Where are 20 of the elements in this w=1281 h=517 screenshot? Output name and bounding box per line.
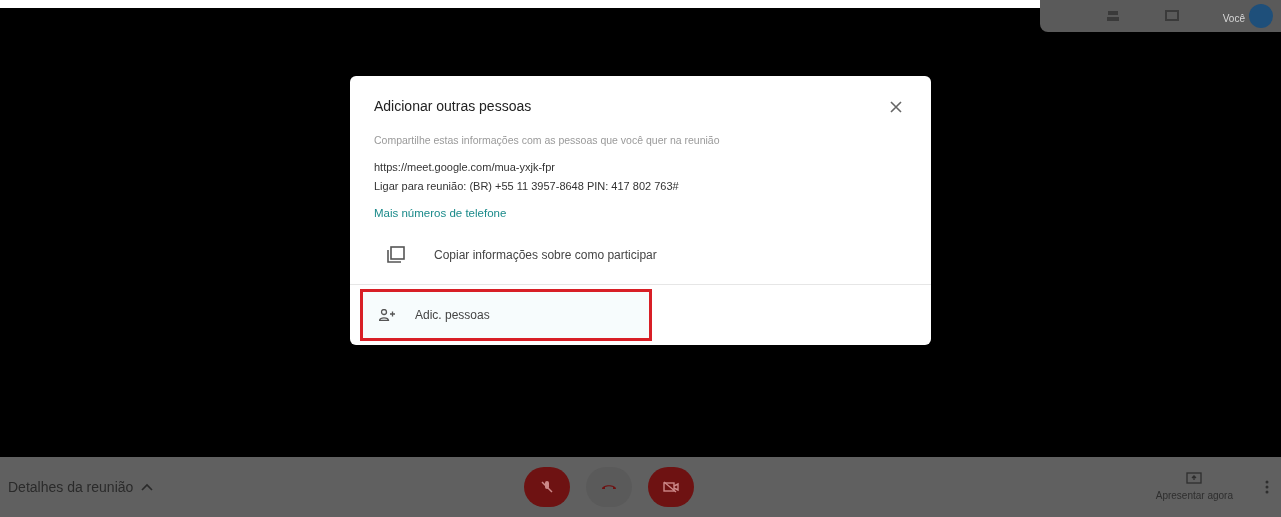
microphone-off-button[interactable] [524, 467, 570, 507]
chevron-up-icon [141, 483, 154, 491]
dialog-title: Adicionar outras pessoas [374, 97, 532, 116]
copy-info-button[interactable]: Copiar informações sobre como participar [350, 226, 931, 284]
present-icon [1186, 471, 1203, 484]
dialog-description: Compartilhe estas informações com as pessoas que você quer na reunião [374, 133, 721, 148]
add-person-icon [379, 309, 395, 321]
more-numbers-link[interactable]: Mais números de telefone [374, 204, 507, 222]
chat-icon[interactable] [1164, 9, 1179, 23]
camera-off-icon [663, 481, 679, 493]
hang-up-icon [601, 483, 617, 491]
close-icon[interactable] [889, 99, 903, 114]
microphone-off-icon [540, 480, 554, 494]
camera-off-button[interactable] [648, 467, 694, 507]
add-people-button[interactable]: Adic. pessoas [360, 289, 652, 341]
self-label: Você [1222, 12, 1245, 26]
dial-in-info: Ligar para reunião: (BR) +55 11 3957-8648 PIN: 417 802 763# [374, 179, 680, 195]
copy-icon [386, 246, 406, 264]
more-options-icon[interactable] [1265, 480, 1269, 494]
avatar-icon[interactable] [1249, 4, 1273, 28]
